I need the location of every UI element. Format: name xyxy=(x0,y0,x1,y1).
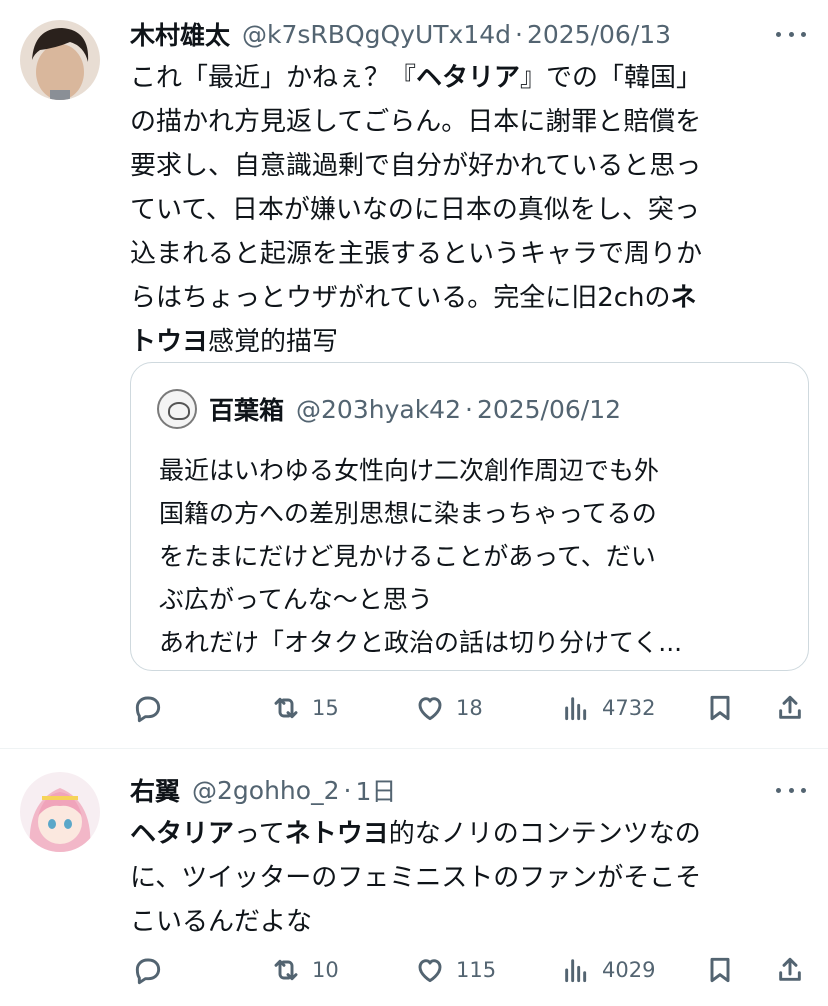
tweet-text-line: 込まれると起源を主張するというキャラで周りか xyxy=(130,232,810,276)
quote-line: ぶ広がってんな〜と思う xyxy=(159,585,433,614)
share-icon xyxy=(779,957,801,981)
text-segment: 』での「韓国」 xyxy=(520,63,703,93)
author-name[interactable]: 右翼 xyxy=(130,772,180,808)
action-bar: 10 115 4029 xyxy=(130,950,810,990)
heart-icon xyxy=(418,959,442,983)
like-button[interactable]: 18 xyxy=(414,688,483,728)
quote-date: 2025/06/12 xyxy=(476,394,622,424)
reply-button[interactable] xyxy=(132,950,164,990)
share-icon xyxy=(779,695,801,719)
retweet-button[interactable]: 15 xyxy=(270,688,339,728)
quote-avatar xyxy=(157,389,197,429)
quote-author-handle: @203hyak42 xyxy=(296,394,461,424)
views-chart-icon xyxy=(565,959,587,983)
share-button[interactable] xyxy=(774,950,806,990)
bookmark-button[interactable] xyxy=(704,688,736,728)
tweet-2[interactable]: 右翼 @2gohho_2 · 1日 ヘタリアってネトウヨ的なノリのコンテンツなの… xyxy=(0,772,828,1006)
tweet-text-line: ていて、日本が嫌いなのに日本の真似をし、突っ xyxy=(130,188,810,232)
heart-icon xyxy=(418,697,442,721)
bold-text-segment: ヘタリア xyxy=(416,63,521,93)
tweet-text: ヘタリアってネトウヨ的なノリのコンテンツなのに、ツイッターのフェミニストのファン… xyxy=(130,812,810,944)
bold-text-segment: ネトウヨ xyxy=(284,819,389,849)
author-handle[interactable]: @k7sRBQgQyUTx14d xyxy=(242,20,511,49)
text-segment: 的なノリのコンテンツなの xyxy=(388,819,701,849)
text-segment: こいるんだよな xyxy=(130,907,313,937)
avatar[interactable] xyxy=(20,20,100,100)
bookmark-button[interactable] xyxy=(704,950,736,990)
tweet-text-line: ヘタリアってネトウヨ的なノリのコンテンツなの xyxy=(130,812,810,856)
retweet-button[interactable]: 10 xyxy=(270,950,339,990)
text-segment: 感覚的描写 xyxy=(208,327,339,357)
retweet-icon xyxy=(274,697,298,719)
bookmark-icon xyxy=(710,957,730,983)
like-count: 115 xyxy=(456,958,497,982)
more-dots-icon[interactable] xyxy=(776,780,806,800)
reply-icon xyxy=(135,696,161,723)
tweet-text-line: に、ツイッターのフェミニストのファンがそこそ xyxy=(130,856,810,900)
tweet-header: 右翼 @2gohho_2 · 1日 xyxy=(130,770,768,810)
more-dots-icon[interactable] xyxy=(776,24,806,44)
quote-line: をたまにだけど見かけることがあって、だい xyxy=(159,542,656,571)
share-button[interactable] xyxy=(774,688,806,728)
quote-header: 百葉箱 @203hyak42 · 2025/06/12 xyxy=(157,389,621,429)
text-segment: これ「最近」かねぇ？『 xyxy=(130,63,417,93)
quote-author-name: 百葉箱 xyxy=(209,396,285,425)
reply-icon xyxy=(135,958,161,985)
quoted-tweet[interactable]: 百葉箱 @203hyak42 · 2025/06/12 最近はいわゆる女性向け二… xyxy=(130,362,809,671)
tweet-1[interactable]: 木村雄太 @k7sRBQgQyUTx14d · 2025/06/13 これ「最近… xyxy=(0,14,828,734)
author-name[interactable]: 木村雄太 xyxy=(130,16,230,52)
tweet-text-line: らはちょっとウザがれている。完全に旧2chのネ xyxy=(130,276,810,320)
tweet-text-line: 要求し、自意識過剰で自分が好かれていると思っ xyxy=(130,144,810,188)
tweet-date[interactable]: 1日 xyxy=(355,772,396,808)
separator-dot: · xyxy=(464,394,473,424)
tweet-header: 木村雄太 @k7sRBQgQyUTx14d · 2025/06/13 xyxy=(130,14,768,54)
tweet-text: これ「最近」かねぇ？『ヘタリア』での「韓国」の描かれ方見返してごらん。日本に謝罪… xyxy=(130,56,810,364)
text-segment: らはちょっとウザがれている。完全に旧2chの xyxy=(130,283,671,313)
retweet-icon xyxy=(274,959,298,981)
quote-line: あれだけ「オタクと政治の話は切り分けてく... xyxy=(159,628,683,657)
views-count: 4029 xyxy=(602,958,656,982)
avatar-photo xyxy=(20,20,100,100)
tweet-date[interactable]: 2025/06/13 xyxy=(527,20,671,49)
text-segment: 込まれると起源を主張するというキャラで周りか xyxy=(130,239,703,269)
avatar[interactable] xyxy=(20,772,100,852)
quote-line: 最近はいわゆる女性向け二次創作周辺でも外 xyxy=(159,456,660,485)
tweet-text-line: トウヨ感覚的描写 xyxy=(130,320,810,364)
action-bar: 15 18 4732 xyxy=(130,688,810,728)
avatar-illustration xyxy=(20,772,100,852)
bold-text-segment: ヘタリア xyxy=(130,819,235,849)
reply-button[interactable] xyxy=(132,688,164,728)
text-segment: に、ツイッターのフェミニストのファンがそこそ xyxy=(130,863,702,893)
tweet-text-line: これ「最近」かねぇ？『ヘタリア』での「韓国」 xyxy=(130,56,810,100)
tweet-text-line: こいるんだよな xyxy=(130,900,810,944)
author-handle[interactable]: @2gohho_2 xyxy=(192,776,339,805)
bookmark-icon xyxy=(710,695,730,721)
views-button[interactable]: 4732 xyxy=(560,688,655,728)
views-chart-icon xyxy=(565,697,587,721)
like-button[interactable]: 115 xyxy=(414,950,496,990)
retweet-count: 10 xyxy=(312,958,339,982)
bold-text-segment: トウヨ xyxy=(130,327,209,357)
views-count: 4732 xyxy=(602,696,656,720)
quote-text: 最近はいわゆる女性向け二次創作周辺でも外 国籍の方への差別思想に染まっちゃってる… xyxy=(159,449,789,664)
like-count: 18 xyxy=(456,696,483,720)
views-button[interactable]: 4029 xyxy=(560,950,655,990)
tweet-divider xyxy=(0,748,828,749)
quote-line: 国籍の方への差別思想に染まっちゃってるの xyxy=(159,499,657,528)
tweet-text-line: の描かれ方見返してごらん。日本に謝罪と賠償を xyxy=(130,100,810,144)
text-segment: ていて、日本が嫌いなのに日本の真似をし、突っ xyxy=(130,195,700,225)
text-segment: って xyxy=(234,819,285,849)
text-segment: の描かれ方見返してごらん。日本に謝罪と賠償を xyxy=(130,107,702,137)
separator-dot: · xyxy=(343,775,352,805)
text-segment: 要求し、自意識過剰で自分が好かれていると思っ xyxy=(130,151,702,181)
separator-dot: · xyxy=(515,19,523,49)
retweet-count: 15 xyxy=(312,696,339,720)
bold-text-segment: ネ xyxy=(670,283,697,313)
